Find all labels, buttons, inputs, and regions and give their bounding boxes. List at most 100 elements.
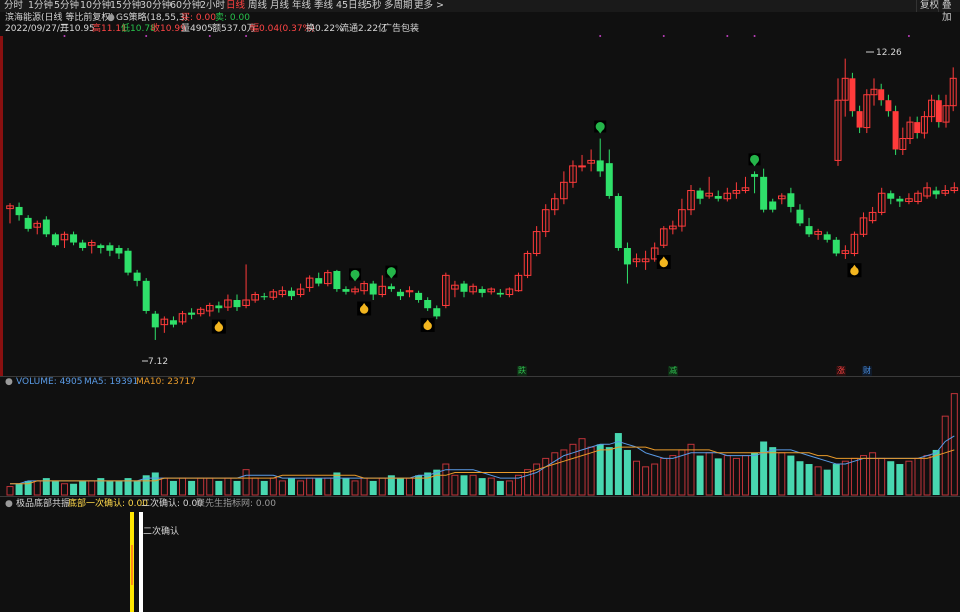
volume-bar: [860, 455, 868, 496]
event-mark-fall[interactable]: 跌: [517, 366, 527, 376]
timeframe-tab-13[interactable]: 45日线: [336, 0, 367, 12]
candle-body: [832, 239, 840, 254]
candle-body: [233, 300, 241, 308]
timeframe-tab-4[interactable]: 15分钟: [110, 0, 141, 12]
stock-title: 滨海能源(日线 等比前复权): [5, 13, 114, 23]
volume-bar: [623, 449, 631, 495]
volume-bar: [306, 477, 314, 496]
timeframe-tab-5[interactable]: 30分钟: [140, 0, 171, 12]
volume-bar: [451, 474, 459, 496]
candle-body: [887, 193, 895, 199]
timeframe-tab-9[interactable]: 周线: [248, 0, 267, 12]
volume-bar: [133, 480, 141, 495]
timeframe-tab-3[interactable]: 10分钟: [80, 0, 111, 12]
candle-body: [696, 190, 704, 199]
timeframe-toolbar: 分时 1分钟 5分钟 10分钟 15分钟 30分钟 60分钟 2小时 日线 周线 月线 年线 季线 45日…: [0, 0, 960, 23]
candle-body: [896, 198, 904, 202]
timeframe-tab-11[interactable]: 年线: [292, 0, 311, 12]
top-marker-dot: [662, 35, 665, 37]
top-marker-dot: [63, 35, 66, 37]
volume-bar: [115, 480, 123, 495]
top-marker-dot: [145, 35, 148, 37]
volume-bar: [524, 469, 532, 496]
volume-bar: [324, 477, 332, 496]
timeframe-tab-14[interactable]: 5秒: [366, 0, 382, 12]
volume-bar: [814, 466, 822, 496]
timeframe-tab-12[interactable]: 季线: [314, 0, 333, 12]
quote-turnover: 换0.22%: [306, 24, 344, 34]
signal-label: 二次确认: [143, 527, 180, 537]
volume-bar: [351, 480, 359, 496]
quote-open: 开10.95: [60, 24, 95, 34]
candle-body: [24, 217, 32, 229]
volume-bar: [687, 443, 695, 496]
volume-bar: [278, 480, 286, 496]
candle-body: [387, 286, 395, 290]
event-mark-reduce[interactable]: 减: [668, 366, 678, 376]
event-mark-rise[interactable]: 涨: [836, 366, 846, 376]
volume-bar: [460, 475, 468, 495]
volume-bar: [179, 477, 187, 496]
candle-body: [315, 278, 323, 284]
volume-bar: [732, 457, 740, 496]
volume-bar: [369, 480, 377, 495]
timeframe-tab-16[interactable]: 更多 >: [414, 0, 444, 12]
timeframe-tab-0[interactable]: 分时: [4, 0, 23, 12]
overlay-button[interactable]: 叠加: [938, 0, 960, 23]
volume-bar: [596, 444, 604, 495]
candle-body: [15, 206, 23, 216]
chart-canvas[interactable]: [0, 0, 960, 612]
top-marker-dot: [726, 35, 729, 37]
candle-body: [433, 308, 441, 317]
volume-bar: [396, 478, 404, 495]
indicator-name[interactable]: GS策略(18,55,3): [116, 13, 188, 24]
timeframe-tab-10[interactable]: 月线: [270, 0, 289, 12]
candle-body: [805, 226, 813, 235]
indicator-pane-settings-icon[interactable]: ●: [5, 499, 13, 510]
gold-signal-icon: [850, 267, 859, 276]
volume-bar: [378, 477, 386, 496]
pane-divider-indicator[interactable]: [0, 496, 960, 497]
volume-bar: [896, 464, 904, 495]
volume-bar: [850, 457, 858, 496]
quote-volume: 量4905: [181, 24, 213, 34]
candle-body: [914, 122, 921, 134]
volume-bar: [287, 478, 295, 495]
volume-bar: [251, 477, 259, 496]
candle-body: [885, 100, 892, 112]
volume-bar: [642, 466, 650, 496]
volume-bar: [315, 478, 323, 495]
volume-bar: [832, 464, 840, 495]
top-marker-dot: [245, 35, 248, 37]
candle-body: [142, 280, 150, 311]
indicator-first-confirm: 底部一次确认: 0.00: [68, 499, 148, 509]
volume-settings-icon[interactable]: ●: [5, 377, 13, 388]
timeframe-tab-2[interactable]: 5分钟: [54, 0, 79, 12]
volume-bar: [206, 477, 214, 496]
candle-body: [496, 292, 504, 295]
volume-bar: [79, 480, 87, 495]
candle-body: [760, 176, 768, 210]
volume-bar: [741, 455, 749, 496]
timeframe-tab-15[interactable]: 多周期: [384, 0, 413, 12]
candle-body: [133, 272, 141, 281]
high-price-label: 12.26: [876, 48, 902, 58]
candle-body: [823, 234, 831, 240]
volume-bar: [660, 457, 668, 496]
timeframe-tab-8[interactable]: 日线: [226, 0, 245, 12]
candle-body: [578, 165, 586, 168]
event-mark-finance[interactable]: 财: [862, 366, 872, 376]
volume-bar: [406, 477, 414, 496]
timeframe-tab-7[interactable]: 2小时: [200, 0, 225, 12]
candle-body: [878, 89, 885, 101]
volume-bar: [887, 461, 895, 495]
volume-bar: [714, 458, 722, 495]
indicator-settings-icon[interactable]: ●: [107, 13, 115, 24]
candle-body: [623, 248, 631, 265]
timeframe-tab-1[interactable]: 1分钟: [28, 0, 53, 12]
volume-bar: [751, 452, 759, 495]
timeframe-tab-6[interactable]: 60分钟: [170, 0, 201, 12]
candle-body: [892, 111, 899, 150]
indicator-pane-name[interactable]: 极品底部共振: [16, 499, 70, 510]
volume-bar: [787, 455, 795, 495]
